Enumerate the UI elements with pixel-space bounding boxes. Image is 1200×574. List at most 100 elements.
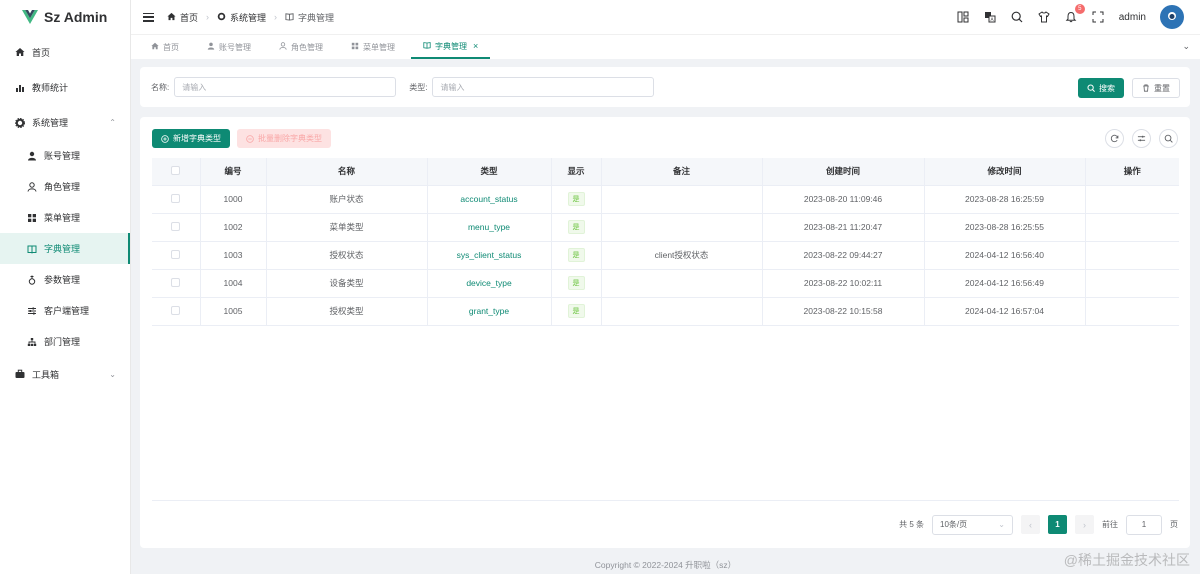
home-icon [151, 42, 159, 52]
top-header: 首页 › 系统管理 › 字典管理 A 5 admin [131, 0, 1200, 34]
close-icon[interactable]: × [473, 41, 478, 51]
sidebar-item-dictionary[interactable]: 字典管理 [0, 233, 130, 264]
refresh-button[interactable] [1105, 129, 1124, 148]
page-number-current[interactable]: 1 [1048, 515, 1067, 534]
breadcrumb-system[interactable]: 系统管理 [230, 11, 266, 24]
page-size-select[interactable]: 10条/页 ⌄ [932, 514, 1013, 535]
row-checkbox[interactable] [152, 241, 201, 270]
table-row[interactable]: 1002 菜单类型 menu_type 是 2023-08-21 11:20:4… [152, 213, 1179, 242]
cell-id: 1002 [200, 213, 267, 242]
table-bottom-divider [152, 500, 1179, 501]
layout-icon[interactable] [957, 11, 970, 24]
row-checkbox[interactable] [152, 297, 201, 326]
row-checkbox[interactable] [152, 185, 201, 214]
tab-account[interactable]: 账号管理 [195, 35, 263, 59]
column-header: 备注 [601, 158, 763, 186]
goto-page-input[interactable]: 1 [1126, 514, 1162, 535]
translate-icon[interactable]: A [984, 11, 997, 24]
tab-menu[interactable]: 菜单管理 [339, 35, 407, 59]
sidebar-item-system[interactable]: 系统管理 ⌃ [0, 105, 130, 140]
column-settings-button[interactable] [1132, 129, 1151, 148]
cell-modified: 2024-04-12 16:56:49 [924, 269, 1086, 298]
type-input[interactable]: 请输入 [432, 77, 655, 97]
prev-page-button[interactable]: ‹ [1021, 515, 1040, 534]
sidebar-item-client[interactable]: 客户端管理 [0, 295, 130, 326]
reset-button[interactable]: 重置 [1132, 78, 1180, 98]
tab-role[interactable]: 角色管理 [267, 35, 335, 59]
sidebar-item-toolbox[interactable]: 工具箱 ⌄ [0, 357, 130, 391]
avatar[interactable] [1160, 5, 1184, 29]
home-icon [167, 12, 176, 23]
column-header: 修改时间 [924, 158, 1086, 186]
add-dict-type-button[interactable]: 新增字典类型 [152, 129, 230, 148]
cell-type-link[interactable]: device_type [466, 278, 511, 288]
cell-id: 1000 [200, 185, 267, 214]
cell-id: 1005 [200, 297, 267, 326]
cell-actions [1085, 185, 1179, 214]
search-icon[interactable] [1011, 11, 1024, 24]
cell-type-link[interactable]: menu_type [468, 222, 510, 232]
book-icon [27, 244, 37, 254]
cell-type-link[interactable]: sys_client_status [457, 250, 522, 260]
sidebar-item-label: 角色管理 [44, 182, 81, 192]
fullscreen-icon[interactable] [1092, 11, 1105, 24]
theme-shirt-icon[interactable] [1038, 11, 1051, 24]
page-unit-label: 页 [1170, 520, 1178, 529]
breadcrumb-home[interactable]: 首页 [180, 11, 198, 24]
cell-modified: 2023-08-28 16:25:59 [924, 185, 1086, 214]
table-row[interactable]: 1005 授权类型 grant_type 是 2023-08-22 10:15:… [152, 297, 1179, 326]
sidebar-item-teacher-stats[interactable]: 教师统计 [0, 70, 130, 105]
table-row[interactable]: 1000 账户状态 account_status 是 2023-08-20 11… [152, 185, 1179, 214]
sidebar-item-department[interactable]: 部门管理 [0, 326, 130, 357]
menu-toggle-icon[interactable] [143, 12, 154, 22]
table-header-row: 编号 名称 类型 显示 备注 创建时间 修改时间 操作 [152, 158, 1179, 186]
search-button[interactable]: 搜索 [1078, 78, 1124, 98]
search-form: 名称: 请输入 类型: 请输入 搜索 重置 [140, 67, 1190, 107]
cell-type-link[interactable]: account_status [460, 194, 517, 204]
table-row[interactable]: 1004 设备类型 device_type 是 2023-08-22 10:02… [152, 269, 1179, 298]
tab-label: 菜单管理 [363, 42, 395, 52]
sidebar-item-account[interactable]: 账号管理 [0, 140, 130, 171]
status-badge: 是 [567, 192, 585, 206]
breadcrumb: 首页 › 系统管理 › 字典管理 [167, 11, 334, 24]
user-name[interactable]: admin [1119, 12, 1146, 23]
sidebar-item-label: 系统管理 [32, 118, 69, 128]
sidebar-item-params[interactable]: 参数管理 [0, 264, 130, 295]
app-logo[interactable]: Sz Admin [0, 0, 130, 34]
search-icon [1164, 134, 1173, 143]
tab-label: 角色管理 [291, 42, 323, 52]
home-icon [15, 47, 25, 57]
sidebar-item-menu[interactable]: 菜单管理 [0, 202, 130, 233]
tab-home[interactable]: 首页 [139, 35, 191, 59]
sidebar-item-role[interactable]: 角色管理 [0, 171, 130, 202]
toggle-search-button[interactable] [1159, 129, 1178, 148]
next-page-button[interactable]: › [1075, 515, 1094, 534]
type-label: 类型: [409, 82, 428, 92]
bell-icon[interactable]: 5 [1065, 3, 1085, 24]
sidebar-item-label: 部门管理 [44, 337, 81, 347]
trash-icon [1143, 84, 1149, 92]
notification-badge: 5 [1074, 3, 1085, 14]
batch-delete-button[interactable]: 批量删除字典类型 [237, 129, 331, 148]
breadcrumb-separator-icon: › [206, 12, 210, 22]
row-checkbox[interactable] [152, 269, 201, 298]
cell-actions [1085, 241, 1179, 270]
select-all-checkbox[interactable] [152, 158, 201, 186]
table-card: 新增字典类型 批量删除字典类型 编号 名称 类型 显示 备注 创建时间 修改时间… [140, 117, 1190, 548]
cell-modified: 2024-04-12 16:57:04 [924, 297, 1086, 326]
chevron-down-icon[interactable]: ⌄ [1182, 41, 1190, 52]
cell-name: 账户状态 [266, 185, 428, 214]
cell-remark [601, 213, 763, 242]
goto-label: 前往 [1102, 520, 1118, 529]
sidebar: Sz Admin 首页 教师统计 系统管理 ⌃ 账号管理 角色管理 菜单管理 字… [0, 0, 131, 574]
name-input[interactable]: 请输入 [174, 77, 397, 97]
column-header: 名称 [266, 158, 428, 186]
sliders-icon [1137, 135, 1146, 142]
row-checkbox[interactable] [152, 213, 201, 242]
cell-type-link[interactable]: grant_type [469, 306, 509, 316]
status-badge: 是 [567, 304, 585, 318]
tab-label: 账号管理 [219, 42, 251, 52]
table-row[interactable]: 1003 授权状态 sys_client_status 是 client授权状态… [152, 241, 1179, 270]
tab-dictionary[interactable]: 字典管理 × [411, 35, 491, 59]
sidebar-item-home[interactable]: 首页 [0, 34, 130, 70]
